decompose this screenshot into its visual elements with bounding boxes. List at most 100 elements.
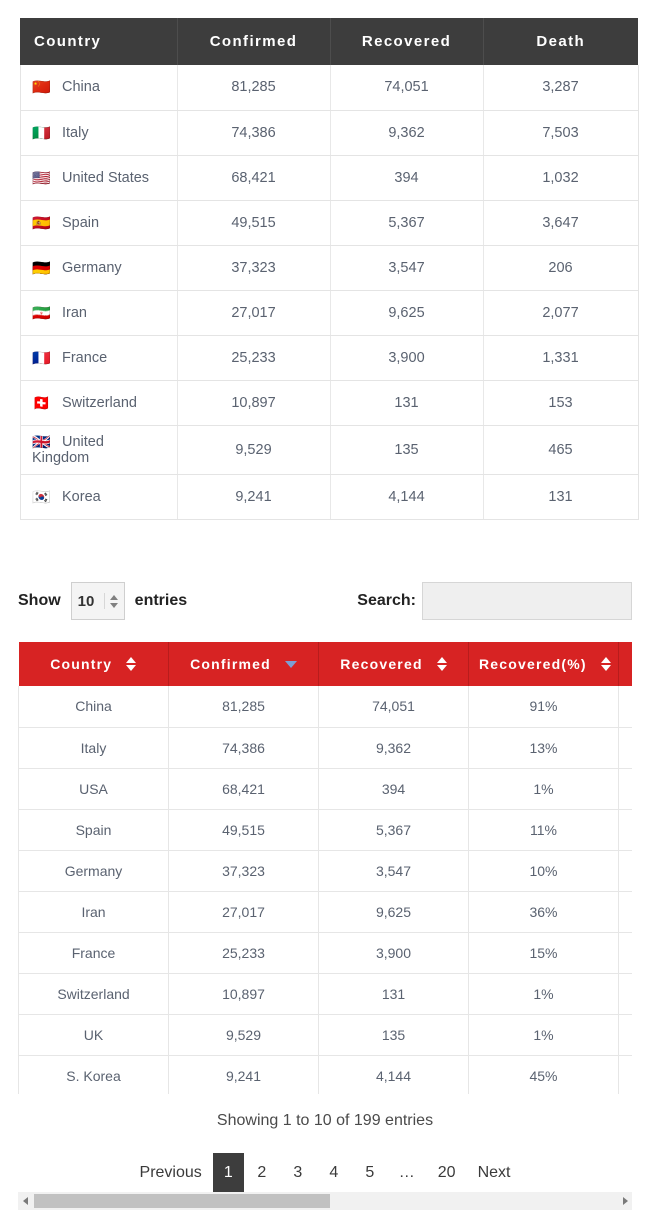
search-input[interactable] [422,582,632,620]
flag-france-icon: 🇫🇷 [32,349,51,367]
cell-country: 🇨🇭 Switzerland [20,379,178,426]
cell-death: 465 [483,424,639,475]
cell-country: 🇨🇳 China [20,65,178,111]
cell-country: Switzerland [18,972,169,1015]
cell-recovered: 5,367 [330,199,484,246]
cell-death: 153 [483,379,639,426]
table-left-border [20,65,21,520]
table-row: 🇨🇳 China 81,285 74,051 3,287 [20,65,639,111]
pagination: Previous 1 2 3 4 5 … 20 Next [0,1153,650,1192]
cell-death: 2,077 [483,289,639,336]
datatable-col-blank[interactable] [618,642,632,686]
scroll-left-arrow-icon[interactable] [18,1192,32,1210]
column-label: Recovered(%) [479,656,587,672]
cell-recovered: 131 [330,379,484,426]
cell-confirmed: 74,386 [177,109,331,156]
cell-recovered: 74,051 [318,686,469,728]
cell-country: 🇮🇷 Iran [20,289,178,336]
cell-country: 🇮🇹 Italy [20,109,178,156]
cell-recovered-pct: 10% [468,849,619,892]
page-button-5[interactable]: 5 [352,1153,388,1192]
cell-confirmed: 27,017 [168,890,319,933]
stepper-arrows-icon[interactable] [103,593,118,609]
cell-recovered: 5,367 [318,808,469,851]
cell-recovered: 3,900 [330,334,484,381]
cell-country: 🇬🇧 United Kingdom [20,424,178,475]
country-name: China [62,79,100,96]
column-label: Country [50,656,113,672]
cell-recovered: 9,362 [318,726,469,769]
table-row: Iran 27,017 9,625 36% [18,890,632,933]
search-label: Search: [357,592,416,609]
cell-confirmed: 81,285 [177,65,331,111]
cell-recovered: 394 [330,154,484,201]
cell-death: 131 [483,473,639,520]
next-button[interactable]: Next [467,1153,522,1192]
cell-confirmed: 9,529 [168,1013,319,1056]
cell-recovered-pct: 1% [468,1013,619,1056]
datatable-col-country[interactable]: Country [18,642,169,686]
cell-recovered: 394 [318,767,469,810]
datatable-col-recovered[interactable]: Recovered [318,642,469,686]
page-button-2[interactable]: 2 [244,1153,280,1192]
cell-confirmed: 10,897 [177,379,331,426]
flag-china-icon: 🇨🇳 [32,79,51,97]
datatable-col-confirmed[interactable]: Confirmed [168,642,319,686]
cell-recovered: 3,547 [330,244,484,291]
cell-recovered-pct: 1% [468,767,619,810]
cell-recovered: 135 [330,424,484,475]
horizontal-scrollbar[interactable] [18,1192,632,1210]
cell-recovered: 135 [318,1013,469,1056]
table-row: UK 9,529 135 1% [18,1013,632,1056]
cell-extra [618,1013,632,1056]
cell-death: 1,331 [483,334,639,381]
sort-both-icon[interactable] [600,656,611,672]
cell-country: 🇪🇸 Spain [20,199,178,246]
cell-death: 1,032 [483,154,639,201]
page-button-1[interactable]: 1 [212,1153,244,1192]
table-row: Switzerland 10,897 131 1% [18,972,632,1015]
cell-recovered: 9,625 [330,289,484,336]
page-button-3[interactable]: 3 [280,1153,316,1192]
entries-length-stepper[interactable]: 10 [70,582,125,620]
sort-both-icon[interactable] [436,656,447,672]
flag-italy-icon: 🇮🇹 [32,124,51,142]
page-button-20[interactable]: 20 [427,1153,467,1192]
show-label: Show [18,592,61,609]
flag-iran-icon: 🇮🇷 [32,304,51,322]
summary-table-body: 🇨🇳 China 81,285 74,051 3,287 🇮🇹 Italy 74,386 9,3… [20,65,639,520]
cell-country: Germany [18,849,169,892]
cell-confirmed: 49,515 [168,808,319,851]
cell-country: 🇩🇪 Germany [20,244,178,291]
datatable-viewport: Country Confirmed Recovered Recovered(%) Ch… [18,642,632,1094]
previous-button[interactable]: Previous [129,1153,213,1192]
sort-both-icon[interactable] [126,656,137,672]
summary-table: Country Confirmed Recovered Death 🇨🇳 Chin… [20,18,639,520]
page-root: Country Confirmed Recovered Death 🇨🇳 Chin… [0,0,650,1228]
cell-extra [618,1054,632,1094]
flag-united-states-icon: 🇺🇸 [32,169,51,187]
datatable-body: China 81,285 74,051 91% Italy 74,386 9,362 13% U… [18,686,632,1094]
table-row: 🇮🇷 Iran 27,017 9,625 2,077 [20,289,639,336]
scrollbar-track[interactable] [32,1192,618,1210]
cell-death: 7,503 [483,109,639,156]
cell-extra [618,849,632,892]
summary-header-row: Country Confirmed Recovered Death [20,18,638,65]
cell-country: S. Korea [18,1054,169,1094]
cell-recovered: 3,900 [318,931,469,974]
summary-col-death: Death [483,18,638,65]
cell-recovered: 9,625 [318,890,469,933]
cell-confirmed: 25,233 [168,931,319,974]
cell-recovered-pct: 15% [468,931,619,974]
table-row: China 81,285 74,051 91% [18,686,632,728]
table-row: 🇬🇧 United Kingdom 9,529 135 465 [20,424,639,475]
cell-extra [618,726,632,769]
cell-recovered-pct: 13% [468,726,619,769]
scroll-right-arrow-icon[interactable] [618,1192,632,1210]
summary-col-country: Country [20,18,178,65]
datatable-col-recovered[interactable]: Recovered(%) [468,642,619,686]
scrollbar-thumb[interactable] [34,1194,330,1208]
cell-country: Spain [18,808,169,851]
sort-desc-icon[interactable] [284,660,297,669]
page-button-4[interactable]: 4 [316,1153,352,1192]
